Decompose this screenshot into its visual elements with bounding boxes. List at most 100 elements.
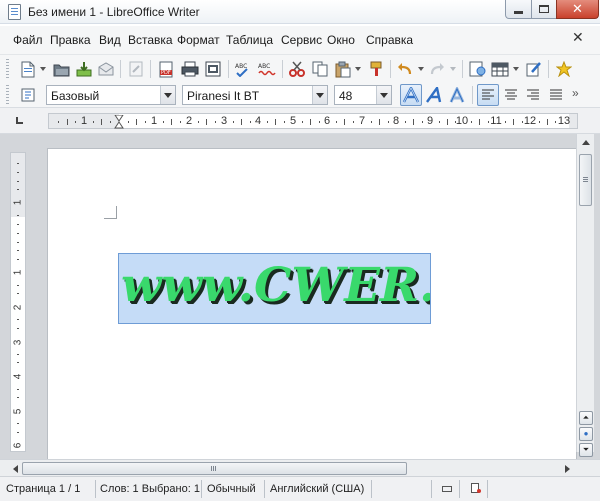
export-pdf-icon[interactable]: PDF [156, 59, 176, 79]
print-preview-icon[interactable] [203, 59, 223, 79]
navigator-icon[interactable] [468, 59, 488, 79]
font-size-combo[interactable]: 48 [334, 85, 392, 105]
align-right-button[interactable] [522, 84, 544, 106]
copy-icon[interactable] [310, 59, 330, 79]
align-right-icon [527, 89, 539, 100]
ruler-label: 6 [323, 115, 331, 127]
font-name-combo[interactable]: Piranesi It BT [182, 85, 328, 105]
fontwork-italic-icon [426, 87, 442, 103]
save-icon[interactable] [74, 59, 94, 79]
cut-icon[interactable] [287, 59, 307, 79]
status-word-count[interactable]: Слов: 1 Выбрано: 1 [98, 480, 202, 498]
close-document-button[interactable]: ✕ [572, 30, 584, 46]
spellcheck-icon[interactable]: ABC [234, 59, 254, 79]
next-page-button[interactable]: ⏷ [579, 443, 593, 457]
undo-dropdown-arrow[interactable] [418, 67, 424, 71]
paragraph-style-dropdown-button[interactable] [160, 86, 175, 104]
toolbar-overflow-icon[interactable]: » [572, 86, 579, 100]
autospellcheck-icon[interactable]: ABC [257, 59, 277, 79]
menu-insert[interactable]: Вставка [128, 33, 173, 47]
status-insert-mode[interactable] [376, 480, 432, 498]
indent-marker-icon[interactable] [114, 115, 124, 129]
print-icon[interactable] [180, 59, 200, 79]
vertical-ruler-label: 2 [12, 304, 24, 311]
status-language[interactable]: Английский (США) [268, 480, 372, 498]
table-dropdown-arrow[interactable] [513, 67, 519, 71]
redo-dropdown-arrow[interactable] [450, 67, 456, 71]
paragraph-style-combo[interactable]: Базовый [46, 85, 176, 105]
fontwork-italic-button[interactable] [424, 84, 446, 106]
paste-icon[interactable] [333, 59, 353, 79]
vertical-ruler-label: 1 [12, 269, 24, 276]
status-selection-mode[interactable] [434, 480, 460, 498]
document-page[interactable]: www.CWER.ws [48, 149, 576, 464]
menu-edit[interactable]: Правка [50, 33, 91, 47]
clone-formatting-icon[interactable] [366, 59, 386, 79]
vertical-ruler-label: 1 [12, 199, 24, 206]
document-text[interactable]: www.CWER.ws [119, 258, 430, 313]
edit-file-icon[interactable] [126, 59, 146, 79]
previous-page-button[interactable]: ⏶ [579, 411, 593, 425]
close-icon: ✕ [572, 1, 583, 17]
menu-help[interactable]: Справка [366, 33, 413, 47]
menu-file[interactable]: Файл [13, 33, 43, 47]
navigation-button[interactable]: ● [579, 427, 593, 441]
table-icon[interactable] [490, 59, 510, 79]
title-bar[interactable]: Без имени 1 - LibreOffice Writer ✕ [0, 0, 600, 24]
horizontal-ruler[interactable]: 1 1 2 3 4 5 6 7 8 9 10 11 12 13 [48, 113, 578, 129]
fontwork-shadow-button[interactable] [446, 84, 468, 106]
ruler-label: 9 [426, 115, 434, 127]
align-left-button[interactable] [477, 84, 499, 106]
toolbar-grip[interactable] [6, 59, 9, 79]
ruler-label: 3 [220, 115, 228, 127]
menu-window[interactable]: Окно [327, 33, 355, 47]
ruler-label: 12 [523, 115, 537, 127]
justify-button[interactable] [545, 84, 567, 106]
close-button[interactable]: ✕ [556, 0, 599, 19]
menu-format[interactable]: Формат [177, 33, 220, 47]
scroll-left-arrow-icon[interactable] [10, 463, 20, 474]
new-dropdown-arrow[interactable] [40, 67, 46, 71]
paste-dropdown-arrow[interactable] [355, 67, 361, 71]
toolbar-separator [150, 60, 151, 78]
undo-icon[interactable] [395, 59, 415, 79]
toolbar-separator [472, 86, 473, 104]
draw-functions-icon[interactable] [524, 59, 544, 79]
text-boundary-corner [104, 206, 117, 219]
status-digital-signature[interactable] [490, 480, 596, 498]
email-icon[interactable] [96, 59, 116, 79]
minimize-button[interactable] [505, 0, 532, 19]
align-center-button[interactable] [500, 84, 522, 106]
toolbar-grip[interactable] [6, 85, 9, 105]
font-name-dropdown-button[interactable] [312, 86, 327, 104]
gallery-icon[interactable] [554, 59, 574, 79]
vertical-ruler-label: 3 [12, 339, 24, 346]
status-page[interactable]: Страница 1 / 1 [4, 480, 96, 498]
redo-icon[interactable] [427, 59, 447, 79]
ruler-label: 1 [80, 115, 88, 127]
menu-table[interactable]: Таблица [226, 33, 273, 47]
vertical-ruler[interactable]: 1 1 2 3 4 5 6 [10, 152, 26, 452]
fontwork-outline-button[interactable] [400, 84, 422, 106]
font-size-dropdown-button[interactable] [376, 86, 391, 104]
vertical-scrollbar[interactable]: ⏶ ● ⏷ [576, 134, 594, 457]
selection-mode-icon [442, 486, 452, 492]
vertical-scroll-thumb[interactable] [579, 154, 592, 206]
toolbar-separator [390, 60, 391, 78]
styles-formatting-icon[interactable] [18, 85, 38, 105]
maximize-button[interactable] [531, 0, 557, 19]
menu-tools[interactable]: Сервис [281, 33, 322, 47]
text-selection[interactable]: www.CWER.ws [118, 253, 431, 324]
new-document-icon[interactable] [18, 59, 38, 79]
menu-view[interactable]: Вид [99, 33, 121, 47]
document-modified-icon [471, 483, 481, 493]
open-icon[interactable] [52, 59, 72, 79]
horizontal-scroll-thumb[interactable] [22, 462, 407, 475]
tab-stop-selector-icon[interactable] [16, 117, 23, 124]
ruler-label: 8 [392, 115, 400, 127]
scroll-right-arrow-icon[interactable] [562, 463, 572, 474]
horizontal-scrollbar[interactable] [0, 459, 600, 476]
scroll-up-arrow-icon[interactable] [579, 136, 592, 148]
status-document-modified[interactable] [462, 480, 488, 498]
status-page-style[interactable]: Обычный [205, 480, 265, 498]
